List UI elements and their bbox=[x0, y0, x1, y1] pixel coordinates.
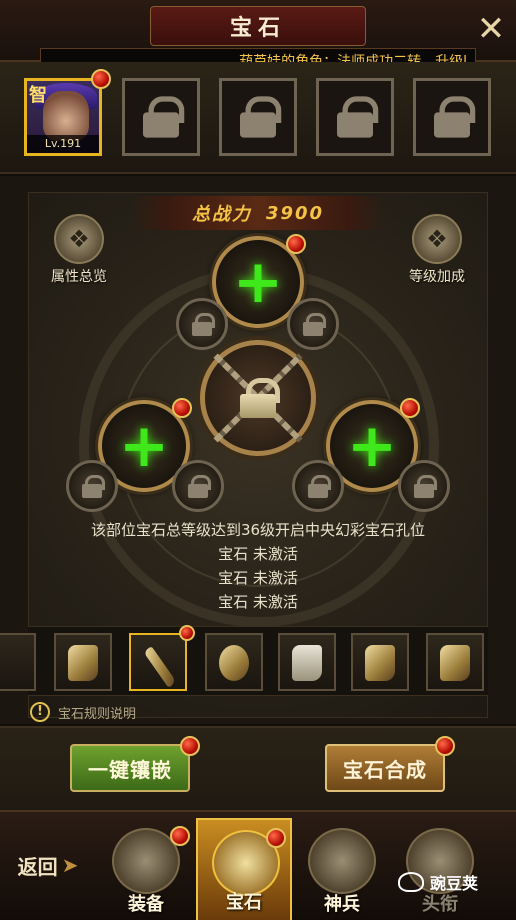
tab-equipment[interactable]: 装备 bbox=[98, 818, 194, 920]
tab-gem-label: 宝石 bbox=[226, 892, 262, 913]
notification-dot bbox=[172, 398, 192, 418]
gem-info: 该部位宝石总等级达到36级开启中央幻彩宝石孔位 宝石 未激活 宝石 未激活 宝石… bbox=[28, 518, 488, 614]
gem-synthesis-label: 宝石合成 bbox=[343, 757, 427, 782]
lock-icon bbox=[333, 91, 379, 143]
role-slot-locked[interactable] bbox=[219, 78, 297, 156]
lock-icon bbox=[192, 313, 215, 336]
bracer-icon bbox=[365, 645, 395, 681]
emblem-icon: ❖ bbox=[54, 214, 104, 264]
one-click-inlay-button[interactable]: 一键镶嵌 bbox=[70, 736, 200, 792]
necklace-icon bbox=[219, 645, 249, 681]
tab-divine-weapon[interactable]: 神兵 bbox=[294, 818, 390, 920]
gem-status: 宝石 未激活 bbox=[218, 593, 298, 611]
notification-dot bbox=[91, 69, 111, 89]
tab-title[interactable]: 头衔 bbox=[392, 818, 488, 920]
notification-dot bbox=[179, 625, 195, 641]
attribute-overview-button[interactable]: ❖ 属性总览 bbox=[44, 214, 114, 286]
locked-socket[interactable] bbox=[172, 460, 224, 512]
level-bonus-label: 等级加成 bbox=[409, 269, 465, 285]
equipment-slot-gloves[interactable] bbox=[54, 633, 112, 691]
gem-synthesis-button[interactable]: 宝石合成 bbox=[325, 736, 455, 792]
watermark-text: 豌豆荚 bbox=[430, 874, 479, 893]
gem-status: 宝石 未激活 bbox=[218, 569, 298, 587]
role-bar: 智 Lv.191 bbox=[0, 62, 516, 174]
power-label: 总战力 bbox=[191, 204, 252, 225]
lock-icon bbox=[82, 475, 105, 498]
boots-icon bbox=[440, 645, 470, 681]
equipment-slot[interactable] bbox=[0, 633, 36, 691]
title-plate: 宝石 bbox=[150, 6, 366, 46]
center-colorful-socket[interactable] bbox=[200, 340, 316, 456]
equipment-strip bbox=[0, 625, 488, 696]
lock-icon bbox=[188, 475, 211, 498]
role-slot-locked[interactable] bbox=[122, 78, 200, 156]
role-slot-locked[interactable] bbox=[413, 78, 491, 156]
locked-socket[interactable] bbox=[398, 460, 450, 512]
sword-emblem-icon bbox=[308, 828, 376, 894]
tab-gem[interactable]: 宝石 bbox=[196, 818, 292, 920]
page-title: 宝石 bbox=[229, 16, 286, 41]
add-gem-icon: + bbox=[232, 247, 284, 317]
attribute-overview-label: 属性总览 bbox=[51, 269, 107, 285]
equipment-slot-armor[interactable] bbox=[278, 633, 336, 691]
level-bonus-button[interactable]: ❖ 等级加成 bbox=[402, 214, 472, 286]
locked-socket[interactable] bbox=[176, 298, 228, 350]
notification-dot bbox=[170, 826, 190, 846]
lock-icon bbox=[430, 91, 476, 143]
equipment-slot-necklace[interactable] bbox=[205, 633, 263, 691]
character-portrait bbox=[43, 91, 89, 141]
locked-socket[interactable] bbox=[292, 460, 344, 512]
unlock-hint: 该部位宝石总等级达到36级开启中央幻彩宝石孔位 bbox=[90, 521, 426, 539]
equipment-slot-staff[interactable] bbox=[129, 625, 195, 691]
gem-rules-link[interactable]: ! 宝石规则说明 bbox=[30, 702, 136, 722]
lock-icon bbox=[236, 91, 282, 143]
add-gem-icon: + bbox=[118, 411, 170, 481]
close-icon[interactable]: ✕ bbox=[474, 12, 508, 46]
gloves-icon bbox=[68, 645, 98, 681]
back-button[interactable]: 返回 ➤ bbox=[8, 842, 88, 888]
locked-socket[interactable] bbox=[66, 460, 118, 512]
notification-dot bbox=[435, 736, 455, 756]
staff-icon bbox=[143, 646, 177, 688]
emblem-icon: ❖ bbox=[412, 214, 462, 264]
notification-dot bbox=[266, 828, 286, 848]
lock-icon bbox=[303, 313, 326, 336]
lock-icon bbox=[414, 475, 437, 498]
pea-pod-logo-icon bbox=[398, 872, 424, 892]
notification-dot bbox=[286, 234, 306, 254]
gem-status: 宝石 未激活 bbox=[218, 545, 298, 563]
back-label: 返回 bbox=[17, 854, 58, 879]
one-click-inlay-label: 一键镶嵌 bbox=[88, 757, 172, 782]
add-gem-icon: + bbox=[346, 411, 398, 481]
class-tag: 智 bbox=[29, 85, 47, 106]
role-slot-locked[interactable] bbox=[316, 78, 394, 156]
info-icon: ! bbox=[30, 702, 50, 722]
total-power-banner: 总战力 3900 bbox=[130, 196, 386, 230]
armor-icon bbox=[292, 645, 322, 681]
locked-socket[interactable] bbox=[287, 298, 339, 350]
watermark: 豌豆荚 bbox=[398, 870, 478, 894]
rules-label: 宝石规则说明 bbox=[58, 706, 137, 722]
power-value: 3900 bbox=[265, 202, 325, 224]
equipment-slot-bracer[interactable] bbox=[351, 633, 409, 691]
role-slot-active[interactable]: 智 Lv.191 bbox=[24, 69, 111, 156]
tab-divine-weapon-label: 神兵 bbox=[324, 894, 360, 915]
bottom-nav: 返回 ➤ 装备 宝石 神兵 头衔 bbox=[0, 810, 516, 920]
notification-dot bbox=[180, 736, 200, 756]
lock-icon bbox=[139, 91, 185, 143]
back-arrow-icon: ➤ bbox=[61, 853, 79, 877]
lock-icon bbox=[308, 475, 331, 498]
padlock-icon bbox=[240, 378, 280, 418]
tab-equipment-label: 装备 bbox=[128, 894, 164, 915]
equipment-slot-boots[interactable] bbox=[426, 633, 484, 691]
level-tag: Lv.191 bbox=[27, 135, 99, 153]
notification-dot bbox=[400, 398, 420, 418]
action-bar: 一键镶嵌 宝石合成 bbox=[0, 726, 516, 810]
